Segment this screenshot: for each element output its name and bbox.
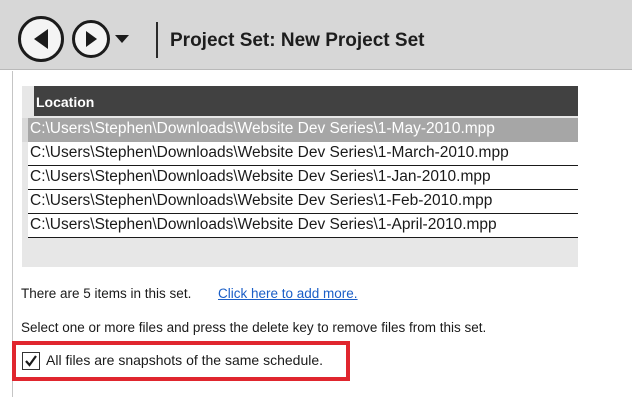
snapshot-checkbox-label[interactable]: All files are snapshots of the same sche… xyxy=(46,352,323,368)
chevron-down-icon xyxy=(115,35,129,43)
table-row[interactable]: C:\Users\Stephen\Downloads\Website Dev S… xyxy=(28,166,578,190)
add-more-link[interactable]: Click here to add more. xyxy=(218,286,358,301)
table-row[interactable]: C:\Users\Stephen\Downloads\Website Dev S… xyxy=(28,118,578,142)
checkmark-icon xyxy=(25,355,37,367)
table-row[interactable]: C:\Users\Stephen\Downloads\Website Dev S… xyxy=(28,190,578,214)
column-header-label: Location xyxy=(36,94,95,110)
delete-hint-text: Select one or more files and press the d… xyxy=(21,320,487,335)
column-header-location[interactable]: Location xyxy=(34,86,578,116)
back-arrow-icon xyxy=(34,29,48,49)
history-dropdown-button[interactable] xyxy=(113,30,131,48)
table-row[interactable]: C:\Users\Stephen\Downloads\Website Dev S… xyxy=(28,142,578,166)
item-count-text: There are 5 items in this set. xyxy=(21,286,192,301)
table-row[interactable]: C:\Users\Stephen\Downloads\Website Dev S… xyxy=(28,214,578,238)
file-path: C:\Users\Stephen\Downloads\Website Dev S… xyxy=(30,120,495,137)
snapshot-checkbox[interactable] xyxy=(22,352,40,370)
header-bar: Project Set: New Project Set xyxy=(0,0,632,70)
page-title: Project Set: New Project Set xyxy=(170,30,425,51)
file-path: C:\Users\Stephen\Downloads\Website Dev S… xyxy=(30,144,509,161)
file-path: C:\Users\Stephen\Downloads\Website Dev S… xyxy=(30,192,493,209)
forward-button[interactable] xyxy=(72,20,110,58)
header-divider xyxy=(156,22,158,58)
forward-arrow-icon xyxy=(86,31,97,47)
back-button[interactable] xyxy=(18,16,64,62)
file-path: C:\Users\Stephen\Downloads\Website Dev S… xyxy=(30,216,497,233)
file-path: C:\Users\Stephen\Downloads\Website Dev S… xyxy=(30,168,491,185)
